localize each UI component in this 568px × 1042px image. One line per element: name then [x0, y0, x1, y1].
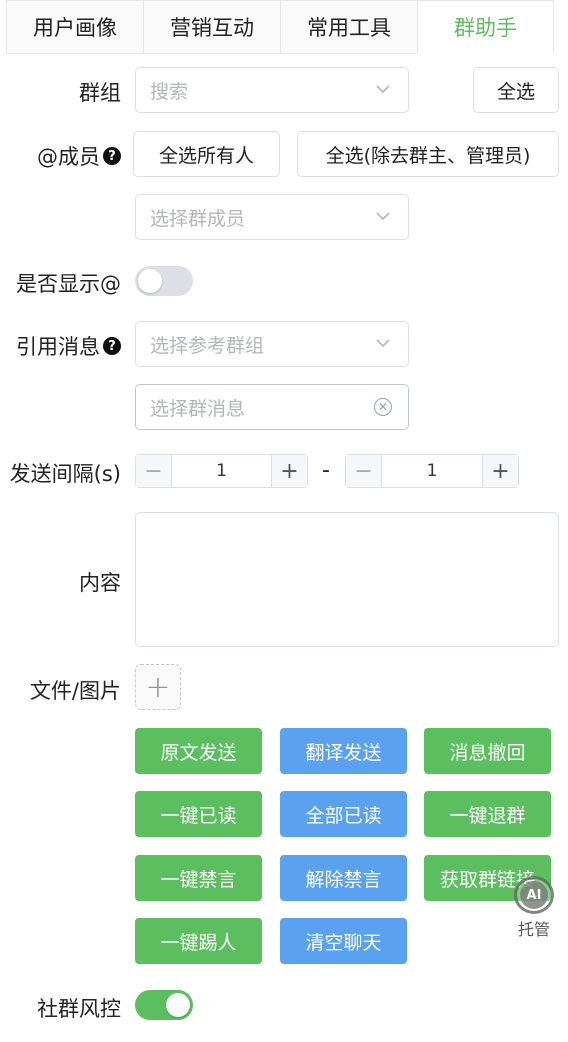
ai-icon: AI — [514, 876, 554, 914]
tab-marketing[interactable]: 营销互动 — [143, 0, 280, 54]
show-at-label: 是否显示@ — [16, 268, 121, 298]
plus-icon: + — [145, 669, 171, 705]
upload-button[interactable]: + — [135, 664, 181, 710]
interval-separator: - — [322, 458, 330, 483]
group-select[interactable]: 搜索 — [135, 67, 409, 113]
ai-hosting-button[interactable]: AI 托管 — [512, 876, 556, 940]
minus-icon[interactable]: − — [346, 455, 382, 487]
quit-group-button[interactable]: 一键退群 — [424, 791, 551, 837]
content-label-text: 内容 — [79, 571, 121, 595]
reference-group-placeholder: 选择参考群组 — [150, 334, 265, 357]
clear-circle-icon[interactable]: ✕ — [374, 398, 392, 416]
mark-read-button[interactable]: 一键已读 — [135, 791, 262, 837]
select-all-groups-button[interactable]: 全选 — [473, 67, 559, 113]
select-everyone-button[interactable]: 全选所有人 — [133, 131, 280, 177]
question-circle-icon[interactable]: ? — [103, 147, 121, 165]
member-select[interactable]: 选择群成员 — [135, 194, 409, 240]
recall-message-button[interactable]: 消息撤回 — [424, 728, 551, 774]
group-select-placeholder: 搜索 — [150, 80, 189, 103]
plus-icon[interactable]: + — [271, 455, 307, 487]
group-label: 群组 — [79, 77, 121, 107]
content-textarea[interactable] — [135, 512, 559, 647]
mention-label-text: @成员 — [37, 145, 100, 169]
file-label-text: 文件/图片 — [29, 679, 121, 703]
clear-chat-button[interactable]: 清空聊天 — [280, 918, 407, 964]
interval-label-text: 发送间隔(s) — [9, 462, 121, 486]
ai-icon-text: AI — [520, 881, 548, 909]
chevron-down-icon — [376, 85, 390, 94]
interval-max-stepper[interactable]: − 1 + — [345, 454, 519, 488]
quote-label-text: 引用消息 — [16, 335, 100, 359]
tab-group-assistant[interactable]: 群助手 — [417, 0, 554, 54]
risk-label: 社群风控 — [37, 993, 121, 1023]
risk-control-toggle[interactable] — [135, 990, 193, 1020]
question-circle-icon[interactable]: ? — [103, 337, 121, 355]
toggle-knob — [166, 993, 190, 1017]
show-at-toggle[interactable] — [135, 266, 193, 296]
group-message-placeholder: 选择群消息 — [150, 397, 246, 420]
tab-tools[interactable]: 常用工具 — [280, 0, 417, 54]
mark-all-read-button[interactable]: 全部已读 — [280, 791, 407, 837]
interval-min-stepper[interactable]: − 1 + — [135, 454, 308, 488]
interval-max-value[interactable]: 1 — [382, 455, 482, 487]
chevron-down-icon — [376, 212, 390, 221]
ai-hosting-label: 托管 — [517, 920, 550, 939]
group-message-select[interactable]: 选择群消息 ✕ — [135, 384, 409, 430]
interval-label: 发送间隔(s) — [10, 458, 121, 488]
minus-icon[interactable]: − — [136, 455, 172, 487]
reference-group-select[interactable]: 选择参考群组 — [135, 321, 409, 367]
show-at-label-text: 是否显示@ — [16, 272, 121, 296]
send-original-button[interactable]: 原文发送 — [135, 728, 262, 774]
unmute-button[interactable]: 解除禁言 — [280, 855, 407, 901]
tab-user-profile[interactable]: 用户画像 — [6, 0, 143, 54]
risk-label-text: 社群风控 — [37, 997, 121, 1021]
tab-bar: 用户画像 营销互动 常用工具 群助手 — [0, 0, 568, 54]
content-label: 内容 — [79, 567, 121, 597]
group-label-text: 群组 — [79, 81, 121, 105]
toggle-knob — [138, 269, 162, 293]
quote-label: 引用消息 ? — [16, 331, 121, 361]
member-select-placeholder: 选择群成员 — [150, 207, 246, 230]
translate-send-button[interactable]: 翻译发送 — [280, 728, 407, 774]
mute-all-button[interactable]: 一键禁言 — [135, 855, 262, 901]
plus-icon[interactable]: + — [482, 455, 518, 487]
mention-label: @成员 ? — [37, 141, 121, 171]
chevron-down-icon — [376, 339, 390, 348]
select-except-admin-button[interactable]: 全选(除去群主、管理员) — [297, 131, 559, 177]
kick-member-button[interactable]: 一键踢人 — [135, 918, 262, 964]
interval-min-value[interactable]: 1 — [172, 455, 271, 487]
file-label: 文件/图片 — [30, 675, 121, 705]
